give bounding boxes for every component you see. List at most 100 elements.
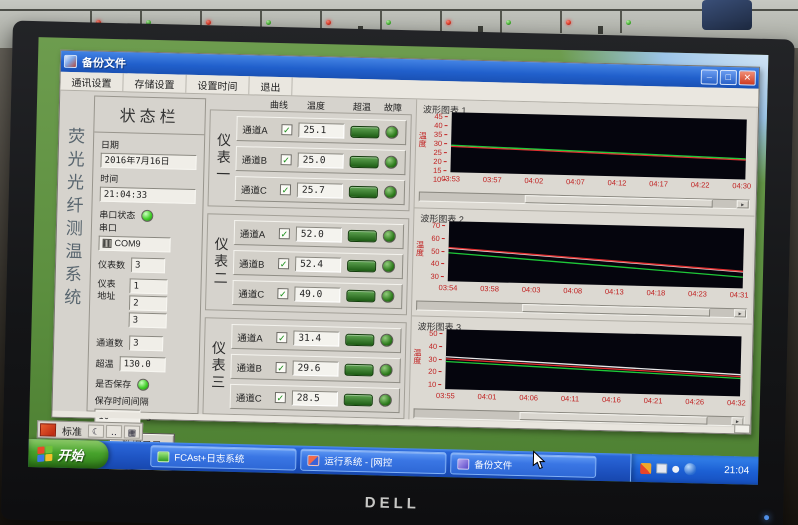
y-tick-label: 40 [434, 121, 448, 130]
x-tick-label: 03:55 [436, 391, 455, 400]
indicator-light [506, 20, 511, 25]
instrument-group-3: 仪表三 通道A 31.4 通道B [202, 317, 406, 419]
close-button[interactable] [739, 70, 756, 85]
fault-led [379, 394, 392, 407]
tray-icon[interactable] [684, 463, 696, 475]
temperature-value: 25.7 [297, 182, 343, 198]
meter-address-2[interactable]: 2 [129, 295, 167, 311]
curve-checkbox[interactable] [277, 288, 288, 299]
app-icon [457, 458, 469, 469]
menu-set-time[interactable]: 设置时间 [186, 75, 249, 95]
instrument-name: 仪表一 [209, 110, 235, 206]
tray-icon[interactable] [640, 462, 651, 473]
temperature-value: 29.6 [292, 360, 338, 376]
waveform-chart-1: 波形图表 1 温度 4540353025201510 03:5303:5704:… [415, 99, 758, 215]
x-tick-label: 04:03 [522, 285, 541, 294]
x-tick-label: 04:02 [524, 176, 543, 185]
window-resize-grip[interactable] [734, 424, 750, 433]
curve-checkbox[interactable] [281, 124, 292, 135]
curve-checkbox[interactable] [281, 154, 292, 165]
mouse-cursor [532, 450, 545, 469]
y-tick-label: 30 [434, 139, 448, 148]
channel-label: 通道A [237, 330, 270, 345]
curve-checkbox[interactable] [275, 362, 286, 373]
start-button[interactable]: 开始 [28, 439, 109, 469]
time-value: 21:04:33 [100, 187, 196, 204]
overtemp-indicator [346, 289, 375, 302]
taskbar-item-backup-file[interactable]: 备份文件 [450, 452, 596, 478]
x-tick-label: 04:12 [607, 178, 626, 187]
overtemp-indicator [350, 155, 379, 168]
x-tick-label: 03:57 [483, 175, 502, 184]
meter-count-value[interactable]: 3 [131, 257, 165, 273]
temperature-value: 31.4 [293, 330, 339, 346]
breaker-symbol [598, 26, 603, 34]
overtemp-indicator [344, 363, 373, 376]
minimize-button[interactable] [701, 69, 718, 84]
y-tick-label: 50 [429, 329, 443, 338]
x-tick-label: 04:17 [649, 179, 668, 188]
feeder-line [560, 11, 562, 33]
scrollbar-right-arrow-icon[interactable] [737, 200, 749, 208]
maximize-button[interactable] [720, 70, 737, 85]
status-panel-title: 状态栏 [94, 97, 205, 136]
task-buttons: FCAst+日志系统 运行系统 - [网控 备份文件 [150, 445, 596, 478]
scrollbar-right-arrow-icon[interactable] [734, 309, 746, 317]
series-line [448, 253, 743, 278]
scrollbar-thumb[interactable] [525, 195, 713, 208]
ime-input-method-icon[interactable] [40, 423, 56, 436]
channel-row: 通道C 49.0 [232, 280, 403, 309]
serial-status-label: 串口状态 [99, 208, 135, 222]
waveform-chart-3: 波形图表 3 温度 5040302010 03:5504:0104:0604:1… [409, 315, 752, 431]
taskbar-item-run-system[interactable]: 运行系统 - [网控 [300, 449, 446, 475]
channel-count-value[interactable]: 3 [129, 335, 163, 351]
x-tick-label: 04:31 [730, 290, 749, 299]
charts-column: 波形图表 1 温度 4540353025201510 03:5303:5704:… [408, 99, 756, 431]
temperature-value: 52.4 [295, 256, 341, 272]
channel-label: 通道C [238, 286, 271, 301]
ime-language-bar[interactable]: 标准 [37, 420, 143, 441]
date-value: 2016年7月16日 [100, 153, 196, 170]
y-tick-label: 70 [432, 221, 446, 230]
temperature-value: 25.0 [297, 153, 343, 169]
curve-checkbox[interactable] [276, 332, 287, 343]
y-tick-label: 10 [428, 380, 442, 389]
channel-label: 通道B [242, 152, 275, 167]
tray-icon[interactable] [656, 463, 667, 473]
serial-port-selector[interactable]: COM9 [98, 236, 170, 253]
series-line [451, 145, 746, 159]
y-axis-ticks: 5040302010 [420, 329, 442, 389]
channel-row: 通道A 52.0 [234, 220, 405, 249]
monitor-brand-logo: DELL [365, 494, 421, 512]
ime-punctuation-icon[interactable] [106, 424, 122, 437]
curve-checkbox[interactable] [280, 184, 291, 195]
curve-checkbox[interactable] [275, 392, 286, 403]
ime-softkeyboard-icon[interactable] [124, 425, 140, 438]
overtemp-threshold-value[interactable]: 130.0 [119, 356, 165, 372]
temperature-column-header: 温度 [307, 99, 325, 112]
ime-fullwidth-icon[interactable] [88, 424, 104, 437]
curve-checkbox[interactable] [278, 258, 289, 269]
menu-storage-settings[interactable]: 存储设置 [123, 73, 186, 93]
scrollbar-thumb[interactable] [522, 304, 710, 317]
date-label: 日期 [101, 138, 197, 153]
meter-address-1[interactable]: 1 [129, 278, 167, 294]
menu-exit[interactable]: 退出 [249, 76, 292, 95]
chart-scrollbar[interactable] [419, 191, 750, 209]
x-tick-label: 04:13 [605, 287, 624, 296]
taskbar-item-label: 运行系统 - [网控 [324, 453, 392, 469]
x-tick-label: 04:11 [561, 394, 579, 403]
client-area: 荧光光纤测温系统 状态栏 日期 2016年7月16日 时间 21:04:33 串… [52, 91, 758, 434]
taskbar-item-log-system[interactable]: FCAst+日志系统 [150, 445, 296, 471]
ime-mode-label[interactable]: 标准 [58, 422, 86, 438]
taskbar-item-label: 备份文件 [474, 457, 512, 472]
channel-row: 通道C 25.7 [235, 176, 406, 205]
channel-row: 通道A 25.1 [236, 116, 407, 145]
menu-comm-settings[interactable]: 通讯设置 [60, 72, 123, 92]
curve-checkbox[interactable] [279, 228, 290, 239]
meter-address-3[interactable]: 3 [129, 312, 167, 328]
channel-row: 通道B 29.6 [230, 354, 401, 383]
tray-icon[interactable] [672, 465, 679, 472]
x-tick-label: 03:58 [480, 284, 499, 293]
instrument-group-1: 仪表一 通道A 25.1 通道B [208, 109, 412, 211]
